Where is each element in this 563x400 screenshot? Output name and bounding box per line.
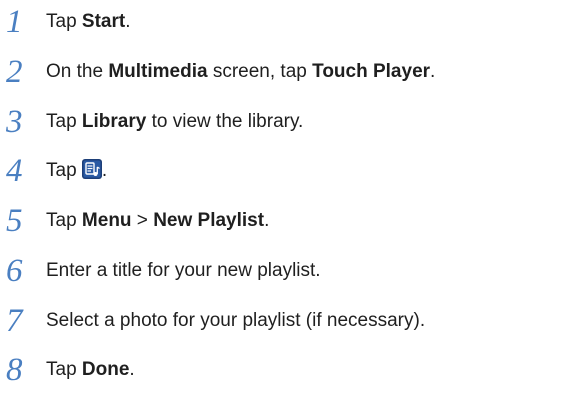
step-text-part: Tap — [46, 111, 82, 132]
step-1: 1 Tap Start. — [0, 2, 563, 42]
step-text: On the Multimedia screen, tap Touch Play… — [46, 52, 435, 92]
step-text: Tap Start. — [46, 2, 131, 42]
step-text-part: Tap — [46, 160, 82, 181]
step-text-part: Tap — [46, 11, 82, 32]
menu-label: Menu — [81, 210, 132, 231]
new-playlist-label: New Playlist — [153, 210, 265, 231]
step-text-part: . — [101, 160, 108, 181]
step-3: 3 Tap Library to view the library. — [0, 102, 563, 142]
step-text: Tap Menu > New Playlist. — [46, 201, 269, 241]
step-number: 3 — [6, 104, 23, 140]
step-4: 4 Tap . — [0, 151, 563, 191]
step-text-part: Enter a title for your new playlist. — [46, 260, 321, 281]
step-text-part: . — [264, 210, 270, 231]
step-5: 5 Tap Menu > New Playlist. — [0, 201, 563, 241]
touch-player-label: Touch Player — [312, 61, 431, 82]
step-text: Tap . — [46, 151, 107, 191]
step-text-part: . — [430, 61, 436, 82]
playlist-icon — [81, 159, 102, 179]
step-text-part: . — [125, 11, 131, 32]
multimedia-label: Multimedia — [108, 61, 208, 82]
step-8: 8 Tap Done. — [0, 350, 563, 390]
step-text: Select a photo for your playlist (if nec… — [46, 301, 425, 341]
step-number: 4 — [6, 153, 23, 189]
step-text-part: . — [129, 359, 135, 380]
library-label: Library — [81, 111, 147, 132]
step-6: 6 Enter a title for your new playlist. — [0, 251, 563, 291]
step-2: 2 On the Multimedia screen, tap Touch Pl… — [0, 52, 563, 92]
step-text-part: On the — [46, 61, 109, 82]
instruction-steps: 1 Tap Start. 2 On the Multimedia screen,… — [0, 0, 563, 400]
step-number: 1 — [6, 4, 23, 40]
step-text-part: Tap — [46, 210, 82, 231]
done-label: Done — [81, 359, 130, 380]
step-text-part: Tap — [46, 359, 82, 380]
step-number: 5 — [6, 203, 23, 239]
step-text: Tap Done. — [46, 350, 135, 390]
step-text: Enter a title for your new playlist. — [46, 251, 321, 291]
step-text-part: Select a photo for your playlist (if nec… — [46, 310, 426, 331]
step-number: 8 — [6, 352, 23, 388]
step-text: Tap Library to view the library. — [46, 102, 303, 142]
step-7: 7 Select a photo for your playlist (if n… — [0, 301, 563, 341]
step-text-part: > — [131, 210, 154, 231]
step-text-part: screen, tap — [207, 61, 313, 82]
step-number: 6 — [6, 253, 23, 289]
start-label: Start — [81, 11, 126, 32]
step-number: 7 — [6, 303, 23, 339]
step-text-part: to view the library. — [146, 111, 304, 132]
step-number: 2 — [6, 54, 23, 90]
